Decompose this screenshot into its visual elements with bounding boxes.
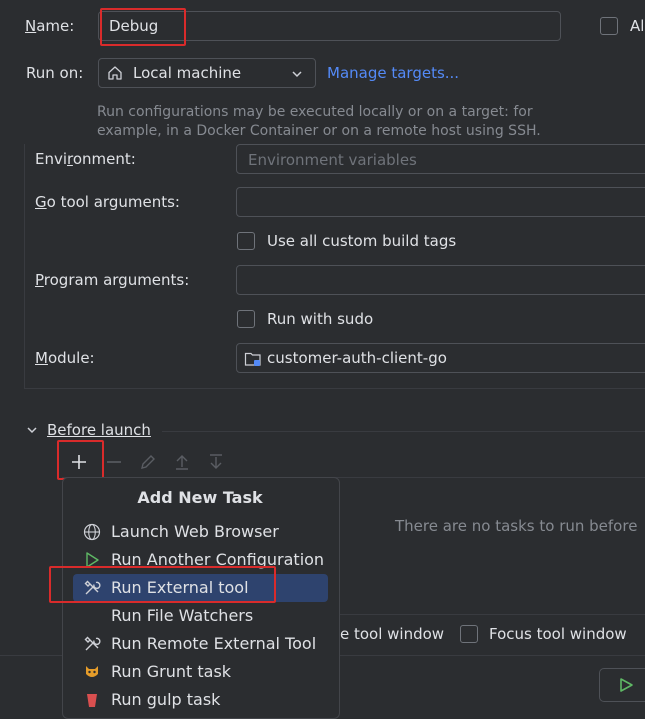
menu-item-launch-web-browser[interactable]: Launch Web Browser xyxy=(73,518,328,546)
module-label: Module: xyxy=(35,349,95,367)
environment-placeholder: Environment variables xyxy=(248,151,417,169)
grunt-icon xyxy=(86,666,98,677)
remove-task-icon[interactable] xyxy=(104,452,124,472)
manage-targets-link[interactable]: Manage targets... xyxy=(327,64,459,82)
menu-item-label: Run Grunt task xyxy=(111,662,232,681)
move-up-icon[interactable] xyxy=(172,452,192,472)
menu-item-label: Run File Watchers xyxy=(111,606,254,625)
program-arguments-input[interactable] xyxy=(236,265,645,295)
run-on-dropdown[interactable]: Local machine xyxy=(98,58,316,88)
allow-multiple-checkbox[interactable] xyxy=(600,17,618,35)
menu-item-run-remote-external-tool[interactable]: Run Remote External Tool xyxy=(73,630,328,658)
custom-build-tags-label: Use all custom build tags xyxy=(267,232,457,250)
menu-item-label: Run Remote External Tool xyxy=(111,634,317,653)
program-arguments-label: Program arguments: xyxy=(35,271,190,289)
chevron-down-icon xyxy=(292,71,302,78)
go-tool-arguments-label: Go tool arguments: xyxy=(35,193,180,211)
before-launch-label[interactable]: Before launch xyxy=(47,421,151,439)
edit-task-icon[interactable] xyxy=(138,452,158,472)
tools-icon xyxy=(84,636,101,651)
run-with-sudo-checkbox[interactable] xyxy=(237,310,255,328)
popup-title: Add New Task xyxy=(137,488,263,507)
menu-item-label: Run gulp task xyxy=(111,690,221,709)
run-icon xyxy=(620,678,633,692)
name-label: Name: xyxy=(25,17,75,35)
run-on-label: Run on: xyxy=(26,64,84,82)
module-dropdown[interactable]: customer-auth-client-go xyxy=(236,343,645,373)
allow-multiple-label: Al xyxy=(630,17,645,35)
run-with-sudo-label: Run with sudo xyxy=(267,310,374,328)
module-value: customer-auth-client-go xyxy=(267,349,447,367)
run-on-hint-line2: example, in a Docker Container or on a r… xyxy=(97,123,541,139)
globe-icon xyxy=(83,523,101,541)
menu-item-label: Launch Web Browser xyxy=(111,522,279,541)
before-launch-separator xyxy=(162,431,645,432)
gulp-icon xyxy=(87,694,97,707)
home-icon xyxy=(108,66,122,80)
go-tool-arguments-input[interactable] xyxy=(236,187,645,217)
module-folder-icon xyxy=(244,352,261,366)
before-launch-chevron-icon[interactable] xyxy=(26,424,38,436)
run-external-tool-highlight-box xyxy=(49,566,276,603)
custom-build-tags-checkbox[interactable] xyxy=(237,232,255,250)
move-down-icon[interactable] xyxy=(206,452,226,472)
focus-tool-window-label: Focus tool window xyxy=(489,625,627,643)
environment-label: Environment: xyxy=(35,150,136,168)
name-highlight-box xyxy=(100,8,186,46)
menu-item-run-file-watchers[interactable]: Run File Watchers xyxy=(73,602,328,630)
task-list-empty-text: There are no tasks to run before xyxy=(395,517,638,535)
add-task-highlight-box xyxy=(57,440,104,480)
run-on-hint-line1: Run configurations may be executed local… xyxy=(97,104,533,120)
menu-item-run-grunt-task[interactable]: Run Grunt task xyxy=(73,658,328,686)
run-on-value: Local machine xyxy=(133,64,242,82)
show-tool-window-label: e tool window xyxy=(340,625,445,643)
focus-tool-window-checkbox[interactable] xyxy=(460,625,478,643)
environment-input[interactable]: Environment variables xyxy=(236,144,645,174)
menu-item-run-gulp-task[interactable]: Run gulp task xyxy=(73,686,328,714)
